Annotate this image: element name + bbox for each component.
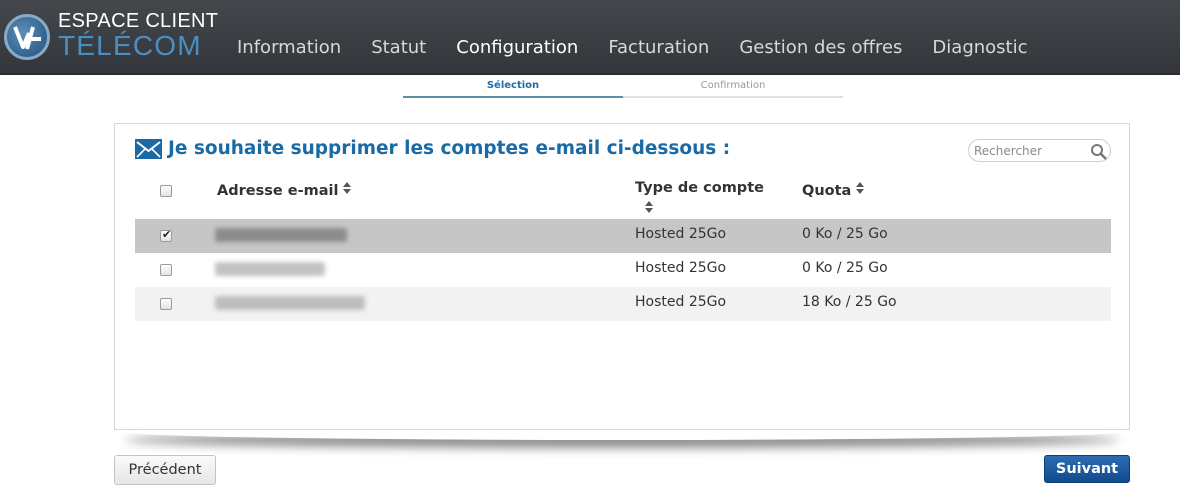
- sort-icon[interactable]: [855, 181, 865, 195]
- nav-gestion-des-offres[interactable]: Gestion des offres: [724, 37, 917, 58]
- email-address-redacted: [215, 262, 325, 276]
- table-row[interactable]: Hosted 25Go 18 Ko / 25 Go: [135, 287, 1111, 321]
- logo-badge-icon: [4, 14, 50, 60]
- top-navigation-bar: ESPACE CLIENT TÉLÉCOM Information Statut…: [0, 0, 1180, 75]
- wizard-steps: Sélection Confirmation: [403, 78, 843, 98]
- column-quota-label: Quota: [802, 183, 852, 199]
- search-input[interactable]: [974, 142, 1084, 159]
- row-checkbox[interactable]: [160, 264, 172, 276]
- next-button[interactable]: Suivant: [1044, 455, 1130, 483]
- table-header: Adresse e-mail Type de compte Quota: [135, 179, 1111, 219]
- main-nav: Information Statut Configuration Factura…: [222, 37, 1043, 58]
- column-header-quota[interactable]: Quota: [802, 181, 865, 199]
- search-icon[interactable]: [1090, 143, 1108, 161]
- account-type: Hosted 25Go: [635, 260, 727, 276]
- column-header-address[interactable]: Adresse e-mail: [217, 181, 352, 199]
- search-box: [968, 139, 1111, 162]
- logo-text-bottom: TÉLÉCOM: [58, 30, 202, 61]
- panel-title: Je souhaite supprimer les comptes e-mail…: [135, 138, 730, 159]
- row-checkbox[interactable]: ✔: [160, 228, 172, 242]
- column-header-type[interactable]: Type de compte: [635, 180, 764, 213]
- nav-configuration[interactable]: Configuration: [441, 37, 593, 58]
- previous-button[interactable]: Précédent: [114, 455, 216, 485]
- email-address-redacted: [215, 228, 347, 242]
- select-all-checkbox[interactable]: [160, 185, 172, 197]
- account-quota: 0 Ko / 25 Go: [802, 260, 888, 276]
- nav-statut[interactable]: Statut: [356, 37, 441, 58]
- column-type-label: Type de compte: [635, 180, 764, 196]
- account-type: Hosted 25Go: [635, 226, 727, 242]
- row-checkbox[interactable]: [160, 298, 172, 310]
- email-address-redacted: [215, 296, 365, 310]
- logo[interactable]: ESPACE CLIENT TÉLÉCOM: [4, 8, 218, 68]
- column-address-label: Adresse e-mail: [217, 183, 339, 199]
- sort-icon[interactable]: [342, 181, 352, 195]
- step-confirmation: Confirmation: [623, 78, 843, 98]
- account-type: Hosted 25Go: [635, 294, 727, 310]
- panel-title-text: Je souhaite supprimer les comptes e-mail…: [168, 138, 731, 159]
- table-row[interactable]: ✔ Hosted 25Go 0 Ko / 25 Go: [135, 219, 1111, 253]
- table-row[interactable]: Hosted 25Go 0 Ko / 25 Go: [135, 253, 1111, 287]
- envelope-icon: [135, 138, 162, 159]
- sort-icon[interactable]: [644, 200, 654, 214]
- delete-accounts-panel: Je souhaite supprimer les comptes e-mail…: [114, 123, 1130, 430]
- nav-facturation[interactable]: Facturation: [593, 37, 724, 58]
- step-selection: Sélection: [403, 78, 623, 98]
- account-quota: 0 Ko / 25 Go: [802, 226, 888, 242]
- nav-information[interactable]: Information: [222, 37, 356, 58]
- account-quota: 18 Ko / 25 Go: [802, 294, 897, 310]
- checkmark-icon: ✔: [162, 228, 172, 241]
- nav-diagnostic[interactable]: Diagnostic: [917, 37, 1042, 58]
